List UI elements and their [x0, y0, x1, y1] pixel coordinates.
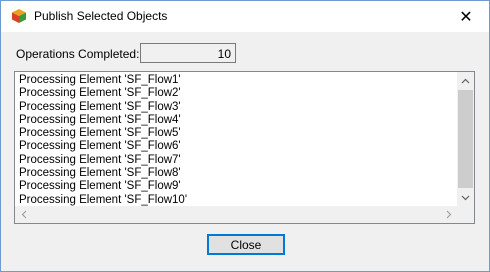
horizontal-scrollbar[interactable] [15, 206, 457, 223]
operations-completed-field: 10 [140, 43, 236, 63]
chevron-left-icon [21, 210, 26, 219]
vertical-scroll-thumb[interactable] [458, 90, 473, 188]
chevron-up-icon [461, 78, 470, 83]
window-title: Publish Selected Objects [34, 9, 168, 23]
list-item[interactable]: Processing Element 'SF_Flow6' [19, 140, 455, 153]
publish-dialog: Publish Selected Objects ✕ Operations Co… [0, 0, 490, 272]
close-window-button[interactable]: ✕ [443, 1, 489, 32]
list-item[interactable]: Processing Element 'SF_Flow8' [19, 167, 455, 180]
chevron-right-icon [446, 210, 451, 219]
list-item[interactable]: Processing Element 'SF_Flow2' [19, 87, 455, 100]
list-item[interactable]: Processing Element 'SF_Flow10' [19, 194, 455, 207]
list-item[interactable]: Processing Element 'SF_Flow9' [19, 180, 455, 193]
scroll-up-button[interactable] [457, 72, 474, 89]
scroll-left-button[interactable] [15, 206, 32, 223]
operations-completed-value: 10 [217, 47, 231, 61]
publish-cube-icon [12, 9, 26, 23]
list-item[interactable]: Processing Element 'SF_Flow4' [19, 114, 455, 127]
list-item[interactable]: Processing Element 'SF_Flow5' [19, 127, 455, 140]
scrollbar-corner [457, 206, 474, 223]
list-item[interactable]: Processing Element 'SF_Flow3' [19, 101, 455, 114]
title-bar[interactable]: Publish Selected Objects ✕ [1, 1, 489, 32]
close-icon: ✕ [459, 8, 473, 26]
list-item[interactable]: Processing Element 'SF_Flow7' [19, 154, 455, 167]
vertical-scrollbar[interactable] [457, 72, 474, 206]
operations-completed-label: Operations Completed: [16, 47, 140, 61]
scroll-right-button[interactable] [440, 206, 457, 223]
log-items: Processing Element 'SF_Flow1' Processing… [19, 74, 455, 208]
list-item[interactable]: Processing Element 'SF_Flow1' [19, 74, 455, 87]
scroll-down-button[interactable] [457, 189, 474, 206]
chevron-down-icon [461, 195, 470, 200]
processing-log-list[interactable]: Processing Element 'SF_Flow1' Processing… [14, 71, 475, 224]
close-button[interactable]: Close [207, 234, 285, 255]
